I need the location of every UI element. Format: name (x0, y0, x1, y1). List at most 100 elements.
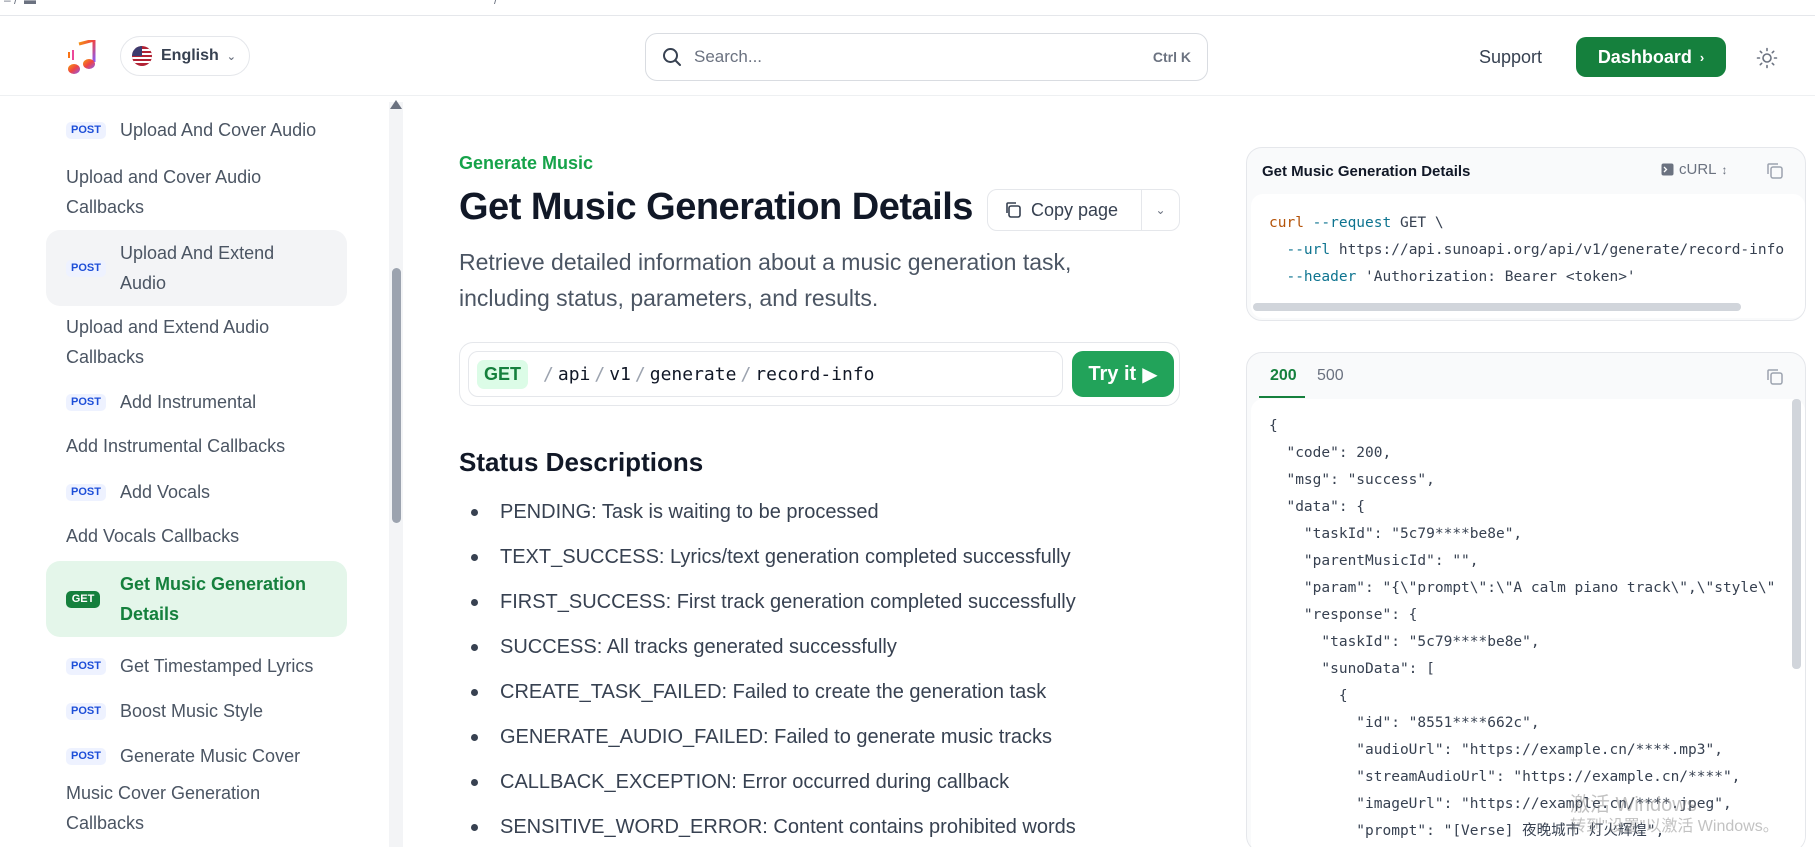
code-line: "sunoData": [ (1269, 661, 1435, 677)
code-line: "parentMusicId": "", (1269, 553, 1479, 569)
endpoint-path: / api / v1/generate / record-info (543, 363, 875, 385)
list-item: GENERATE_AUDIO_FAILED: Failed to generat… (459, 722, 1139, 767)
method-badge: POST (66, 121, 106, 139)
scroll-up-arrow-icon[interactable] (390, 100, 402, 109)
watermark-line: 激活 Windows (1570, 794, 1697, 816)
sidebar-item-add-vocals[interactable]: POST Add Vocals (46, 476, 347, 508)
sidebar-item-label: Upload and Cover Audio Callbacks (66, 167, 262, 217)
try-it-button[interactable]: Try it ▶ (1072, 351, 1174, 397)
path-segment: generate (649, 363, 737, 385)
method-badge: POST (66, 702, 106, 720)
copy-page-action[interactable]: Copy page (988, 190, 1142, 230)
list-item: SUCCESS: All tracks generated successful… (459, 632, 1139, 677)
method-badge: POST (66, 747, 106, 765)
sidebar-item-boost-music-style[interactable]: POST Boost Music Style (46, 695, 347, 727)
chevron-up-down-icon: ↕ (1721, 162, 1728, 177)
top-strip-fragment: – / ▬ (4, 0, 37, 7)
code-language-label: cURL (1679, 161, 1717, 178)
sidebar-item-label: Add Vocals Callbacks (66, 526, 240, 546)
search-icon (663, 48, 681, 66)
top-strip-fragment: / (494, 0, 498, 7)
sidebar-item-label: Add Instrumental (120, 392, 257, 412)
sidebar-item-add-vocals-callbacks[interactable]: Add Vocals Callbacks (46, 521, 347, 551)
active-tab-indicator (1259, 396, 1305, 398)
sidebar-item-label: Upload And Extend Audio (120, 243, 275, 293)
code-language-selector[interactable]: cURL ↕ (1661, 161, 1728, 178)
code-line: "taskId": "5c79****be8e", (1269, 526, 1523, 542)
vertical-scrollbar[interactable] (1792, 399, 1801, 669)
search-shortcut: Ctrl K (1152, 49, 1191, 65)
play-icon: ▶ (1142, 363, 1158, 386)
tab-500[interactable]: 500 (1317, 367, 1344, 385)
sidebar-item-label: Music Cover Generation Callbacks (66, 783, 261, 833)
code-line: --header 'Authorization: Bearer <token>' (1286, 269, 1636, 285)
sidebar-item-label: Get Music Generation Details (120, 574, 307, 624)
terminal-icon (1661, 163, 1674, 176)
http-method-badge: GET (477, 359, 529, 389)
list-item: CREATE_TASK_FAILED: Failed to create the… (459, 677, 1139, 722)
response-example-panel: 200 500 { "code": 200, "msg": "success",… (1246, 352, 1806, 847)
sidebar-item-get-timestamped-lyrics[interactable]: POST Get Timestamped Lyrics (46, 650, 347, 682)
sidebar-item-label: Upload And Cover Audio (120, 120, 317, 140)
sidebar-item-upload-and-cover-audio[interactable]: POST Upload And Cover Audio (46, 114, 347, 146)
sidebar-item-generate-music-cover[interactable]: POST Generate Music Cover (46, 740, 347, 772)
page-description: Retrieve detailed information about a mu… (459, 249, 1072, 311)
code-line: "id": "8551****662c", (1269, 715, 1540, 731)
search-placeholder: Search... (694, 47, 763, 66)
copy-page-label: Copy page (1031, 199, 1119, 220)
sidebar-item-music-cover-generation-callbacks[interactable]: Music Cover Generation Callbacks (46, 778, 286, 838)
breadcrumb[interactable]: Generate Music (459, 153, 593, 174)
code-line: { (1269, 688, 1348, 704)
chevron-down-icon[interactable]: ⌄ (1142, 203, 1179, 217)
list-item: CALLBACK_EXCEPTION: Error occurred durin… (459, 767, 1139, 812)
code-line: curl --request GET \ (1269, 215, 1444, 231)
dashboard-button[interactable]: Dashboard › (1576, 37, 1726, 77)
sidebar-item-label: Add Instrumental Callbacks (66, 436, 286, 456)
code-line: { (1269, 418, 1278, 434)
music-logo-icon[interactable] (66, 40, 98, 76)
request-code-block: curl --request GET \ --url https://api.s… (1251, 194, 1805, 318)
path-segment: api (557, 363, 591, 385)
copy-page-button[interactable]: Copy page ⌄ (987, 189, 1180, 231)
dashboard-label: Dashboard (1597, 46, 1692, 67)
language-label: English (161, 47, 219, 64)
endpoint-path-box[interactable]: GET / api / v1/generate / record-info (468, 351, 1063, 397)
code-line: "taskId": "5c79****be8e", (1269, 634, 1540, 650)
search-bar[interactable]: Search... Ctrl K (645, 33, 1208, 81)
method-badge: POST (66, 483, 106, 501)
sidebar-item-add-instrumental[interactable]: POST Add Instrumental (46, 386, 347, 418)
status-list: PENDING: Task is waiting to be processed… (459, 497, 1139, 847)
status-descriptions-heading: Status Descriptions (459, 447, 704, 477)
chevron-right-icon: › (1699, 49, 1705, 65)
copy-icon[interactable] (1765, 367, 1785, 387)
sidebar-item-label: Boost Music Style (120, 701, 264, 721)
support-link[interactable]: Support (1479, 47, 1542, 68)
watermark-line: 转到"设置"以激活 Windows。 (1570, 818, 1779, 835)
code-line: "audioUrl": "https://example.cn/****.mp3… (1269, 742, 1723, 758)
sidebar-item-label: Upload and Extend Audio Callbacks (66, 317, 270, 367)
method-badge: POST (66, 259, 106, 277)
code-line: --url https://api.sunoapi.org/api/v1/gen… (1286, 242, 1785, 258)
copy-icon[interactable] (1765, 161, 1785, 181)
method-badge: GET (66, 590, 100, 608)
method-badge: POST (66, 657, 106, 675)
sun-icon[interactable] (1756, 47, 1778, 69)
method-badge: POST (66, 393, 106, 411)
sidebar-item-upload-and-extend-audio-callbacks[interactable]: Upload and Extend Audio Callbacks (46, 312, 286, 372)
tab-200[interactable]: 200 (1270, 367, 1297, 385)
sidebar-item-get-music-generation-details[interactable]: GET Get Music Generation Details (46, 561, 347, 637)
chevron-down-icon: ⌄ (226, 50, 236, 63)
path-segment: v1 (609, 363, 631, 385)
language-selector[interactable]: English ⌄ (120, 36, 250, 76)
sidebar-item-add-instrumental-callbacks[interactable]: Add Instrumental Callbacks (46, 431, 347, 461)
horizontal-scrollbar[interactable] (1253, 303, 1741, 311)
sidebar-scrollbar-thumb[interactable] (392, 268, 401, 523)
sidebar-item-upload-and-cover-audio-callbacks[interactable]: Upload and Cover Audio Callbacks (46, 162, 286, 222)
code-line: "streamAudioUrl": "https://example.cn/**… (1269, 769, 1741, 785)
window-top-strip: – / ▬ / (0, 0, 1815, 16)
code-line: "msg": "success", (1269, 472, 1435, 488)
sidebar-nav: POST Upload And Cover Audio Upload and C… (0, 97, 395, 847)
list-item: TEXT_SUCCESS: Lyrics/text generation com… (459, 542, 1139, 587)
sidebar-item-upload-and-extend-audio[interactable]: POST Upload And Extend Audio (46, 230, 347, 306)
code-line: "code": 200, (1269, 445, 1392, 461)
